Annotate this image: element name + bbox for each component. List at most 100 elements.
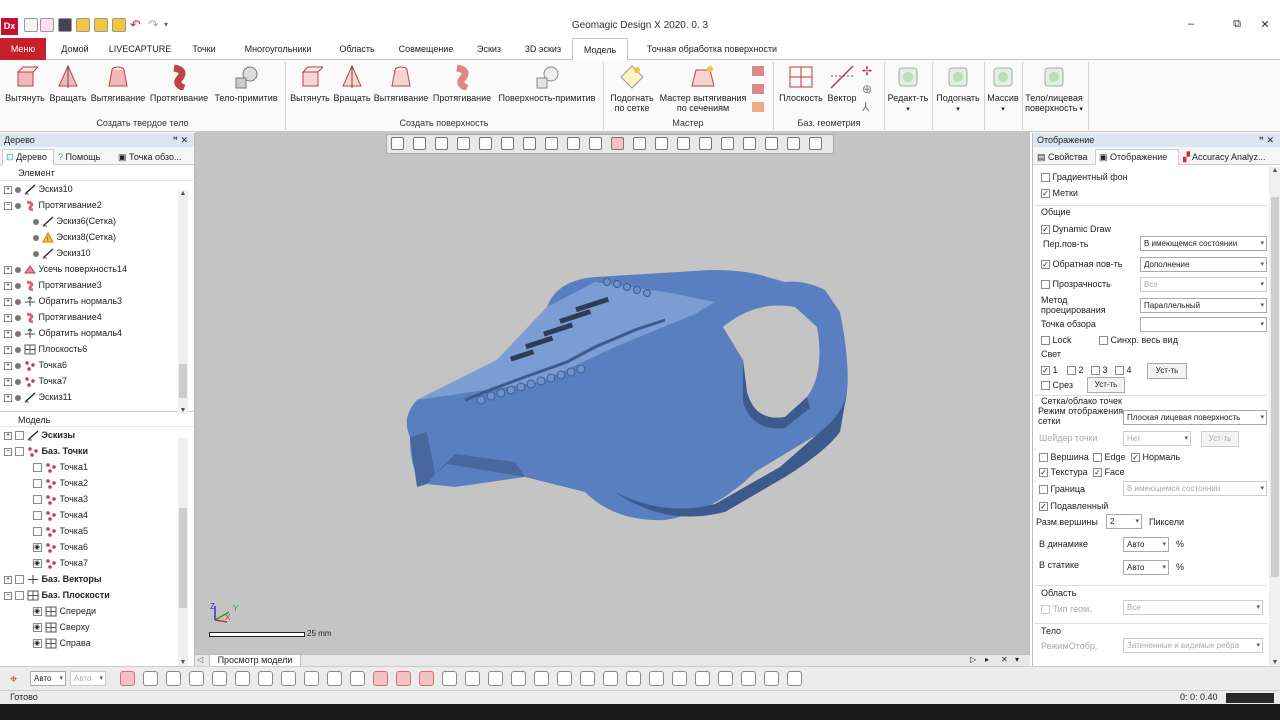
model-tree-row[interactable]: ◉ Сверху	[0, 619, 194, 635]
deviation-icon[interactable]	[741, 671, 756, 686]
face-option[interactable]: ✓ Face	[1093, 464, 1125, 480]
feature-tree-row[interactable]: Эскиз10	[0, 245, 194, 261]
pan-icon[interactable]	[465, 671, 480, 686]
visibility-checkbox[interactable]	[14, 575, 24, 585]
revolve-surface-button[interactable]: Вращать	[332, 64, 372, 103]
loft-surface-button[interactable]: Вытягивание	[373, 64, 429, 103]
fit-button[interactable]: Подогнать ▾	[934, 64, 982, 115]
feature-tree-row[interactable]: + Усечь поверхность14	[0, 261, 194, 277]
visibility-checkbox[interactable]	[14, 447, 24, 457]
tab-scroll-left-icon[interactable]: ◁	[197, 655, 203, 664]
scrollbar-thumb[interactable]	[179, 364, 187, 398]
model-tree-scrollbar[interactable]: ▼	[178, 438, 188, 666]
expand-toggle-icon[interactable]: +	[4, 297, 12, 306]
model-tree-row[interactable]: ◉ Точка6	[0, 539, 194, 555]
section-view-icon[interactable]	[235, 671, 250, 686]
back-face-checkbox[interactable]: ✓	[1041, 260, 1050, 270]
loft-wizard-button[interactable]: Мастер вытягивания по сечениям	[658, 64, 748, 113]
visibility-checkbox[interactable]	[14, 431, 24, 441]
feature-tree-row[interactable]: − Протягивание2	[0, 197, 194, 213]
back-face-select[interactable]: Дополнение ▾	[1140, 257, 1267, 272]
viewpoint-select[interactable]: ▾	[1140, 317, 1267, 332]
model-tree-row[interactable]: ◉ Точка7	[0, 555, 194, 571]
grid-icon[interactable]	[166, 671, 181, 686]
filter-select-1[interactable]: Авто ▾	[30, 671, 66, 686]
panel-pin-icon[interactable]: ꟸ ✕	[173, 133, 188, 147]
visibility-dot-icon[interactable]	[14, 330, 21, 337]
tab-accuracy-analyzer[interactable]: ▞ Accuracy Analyz...	[1183, 150, 1265, 164]
back-view-icon[interactable]	[534, 671, 549, 686]
wizard-extra-icon[interactable]	[752, 84, 764, 94]
scanned-model[interactable]	[195, 132, 1030, 654]
model-tree-row[interactable]: Точка1	[0, 459, 194, 475]
visibility-eye-icon[interactable]: ◉	[32, 543, 42, 553]
visibility-dot-icon[interactable]	[14, 282, 21, 289]
section-option[interactable]: Срез	[1041, 377, 1073, 393]
tab-menu-icon[interactable]: ▸	[985, 655, 989, 664]
extrude-solid-button[interactable]: Вытянуть	[4, 64, 46, 103]
view-icon[interactable]	[143, 671, 158, 686]
top-view-icon[interactable]	[557, 671, 572, 686]
face-checkbox[interactable]: ✓	[1093, 468, 1102, 478]
light-3-checkbox[interactable]	[1091, 366, 1100, 376]
visibility-dot-icon[interactable]	[14, 266, 21, 273]
boundary-option[interactable]: Граница	[1039, 481, 1085, 497]
visibility-checkbox[interactable]	[32, 511, 42, 521]
right-view-icon[interactable]	[626, 671, 641, 686]
feature-tree-row[interactable]: ! Эскиз8(Сетка)	[0, 229, 194, 245]
texture-checkbox[interactable]: ✓	[1039, 468, 1048, 478]
expand-toggle-icon[interactable]: +	[4, 345, 12, 354]
gradient-bg-checkbox[interactable]	[1041, 173, 1050, 183]
suppressed-checkbox[interactable]: ✓	[1039, 502, 1048, 512]
transparency-option[interactable]: Прозрачность	[1041, 276, 1111, 292]
expand-toggle-icon[interactable]: +	[4, 185, 12, 194]
expand-toggle-icon[interactable]: +	[4, 575, 12, 584]
vertex-checkbox[interactable]	[1039, 453, 1048, 463]
light-1-option[interactable]: ✓ 1	[1041, 362, 1058, 378]
feature-tree-row[interactable]: + Точка7	[0, 373, 194, 389]
mesh-fit-button[interactable]: Подогнать по сетке	[606, 64, 658, 113]
feature-tree-row[interactable]: + Эскиз11	[0, 389, 194, 405]
tab-polygons[interactable]: Многоугольники	[232, 38, 324, 60]
gradient-bg-option[interactable]: Градиентный фон	[1041, 169, 1128, 185]
left-view-icon[interactable]	[603, 671, 618, 686]
suppressed-option[interactable]: ✓ Подавленный	[1039, 498, 1108, 514]
visibility-checkbox[interactable]	[32, 495, 42, 505]
model-tree-row[interactable]: ◉ Справа	[0, 635, 194, 651]
tab-display[interactable]: ▣ Отображение	[1095, 149, 1179, 165]
close-button[interactable]: ✕	[1250, 18, 1280, 31]
visibility-checkbox[interactable]	[14, 591, 24, 601]
lock-checkbox[interactable]	[1041, 336, 1050, 346]
tab-points[interactable]: Точки	[182, 38, 226, 60]
wizard-extra-icon[interactable]	[752, 102, 764, 112]
show-icon[interactable]	[373, 671, 388, 686]
sweep-surface-button[interactable]: Протягивание	[431, 64, 493, 103]
tab-livecapture[interactable]: LIVECAPTURE	[104, 38, 176, 60]
model-tree-row[interactable]: + Баз. Векторы	[0, 571, 194, 587]
rotate-icon[interactable]	[442, 671, 457, 686]
visibility-dot-icon[interactable]	[14, 186, 21, 193]
hide-icon[interactable]	[350, 671, 365, 686]
surface-primitive-button[interactable]: Поверхность-примитив	[495, 64, 599, 103]
visibility-dot-icon[interactable]	[32, 218, 39, 225]
point-add-icon[interactable]: ✢	[862, 64, 872, 78]
visibility-eye-icon[interactable]: ◉	[32, 559, 42, 569]
expand-toggle-icon[interactable]: −	[4, 591, 12, 600]
sync-checkbox[interactable]	[1099, 336, 1108, 346]
texture-option[interactable]: ✓ Текстура	[1039, 464, 1088, 480]
feature-tree-row[interactable]: + Плоскость6	[0, 341, 194, 357]
annotation-icon[interactable]	[764, 671, 779, 686]
model-tree-row[interactable]: Точка4	[0, 507, 194, 523]
visibility-eye-icon[interactable]: ◉	[32, 639, 42, 649]
cs-icon[interactable]: ⊕	[862, 82, 872, 96]
wizard-extra-icon[interactable]	[752, 66, 764, 76]
region-icon[interactable]	[304, 671, 319, 686]
feature-tree-row[interactable]: + Точка6	[0, 357, 194, 373]
model-tree-row[interactable]: − Баз. Плоскости	[0, 587, 194, 603]
expand-toggle-icon[interactable]: +	[4, 265, 12, 274]
boundary-checkbox[interactable]	[1039, 485, 1048, 495]
vector-button[interactable]: Вектор	[824, 64, 860, 103]
feature-tree-row[interactable]: Эскиз6(Сетка)	[0, 213, 194, 229]
light-4-checkbox[interactable]	[1115, 366, 1124, 376]
expand-toggle-icon[interactable]: +	[4, 377, 12, 386]
